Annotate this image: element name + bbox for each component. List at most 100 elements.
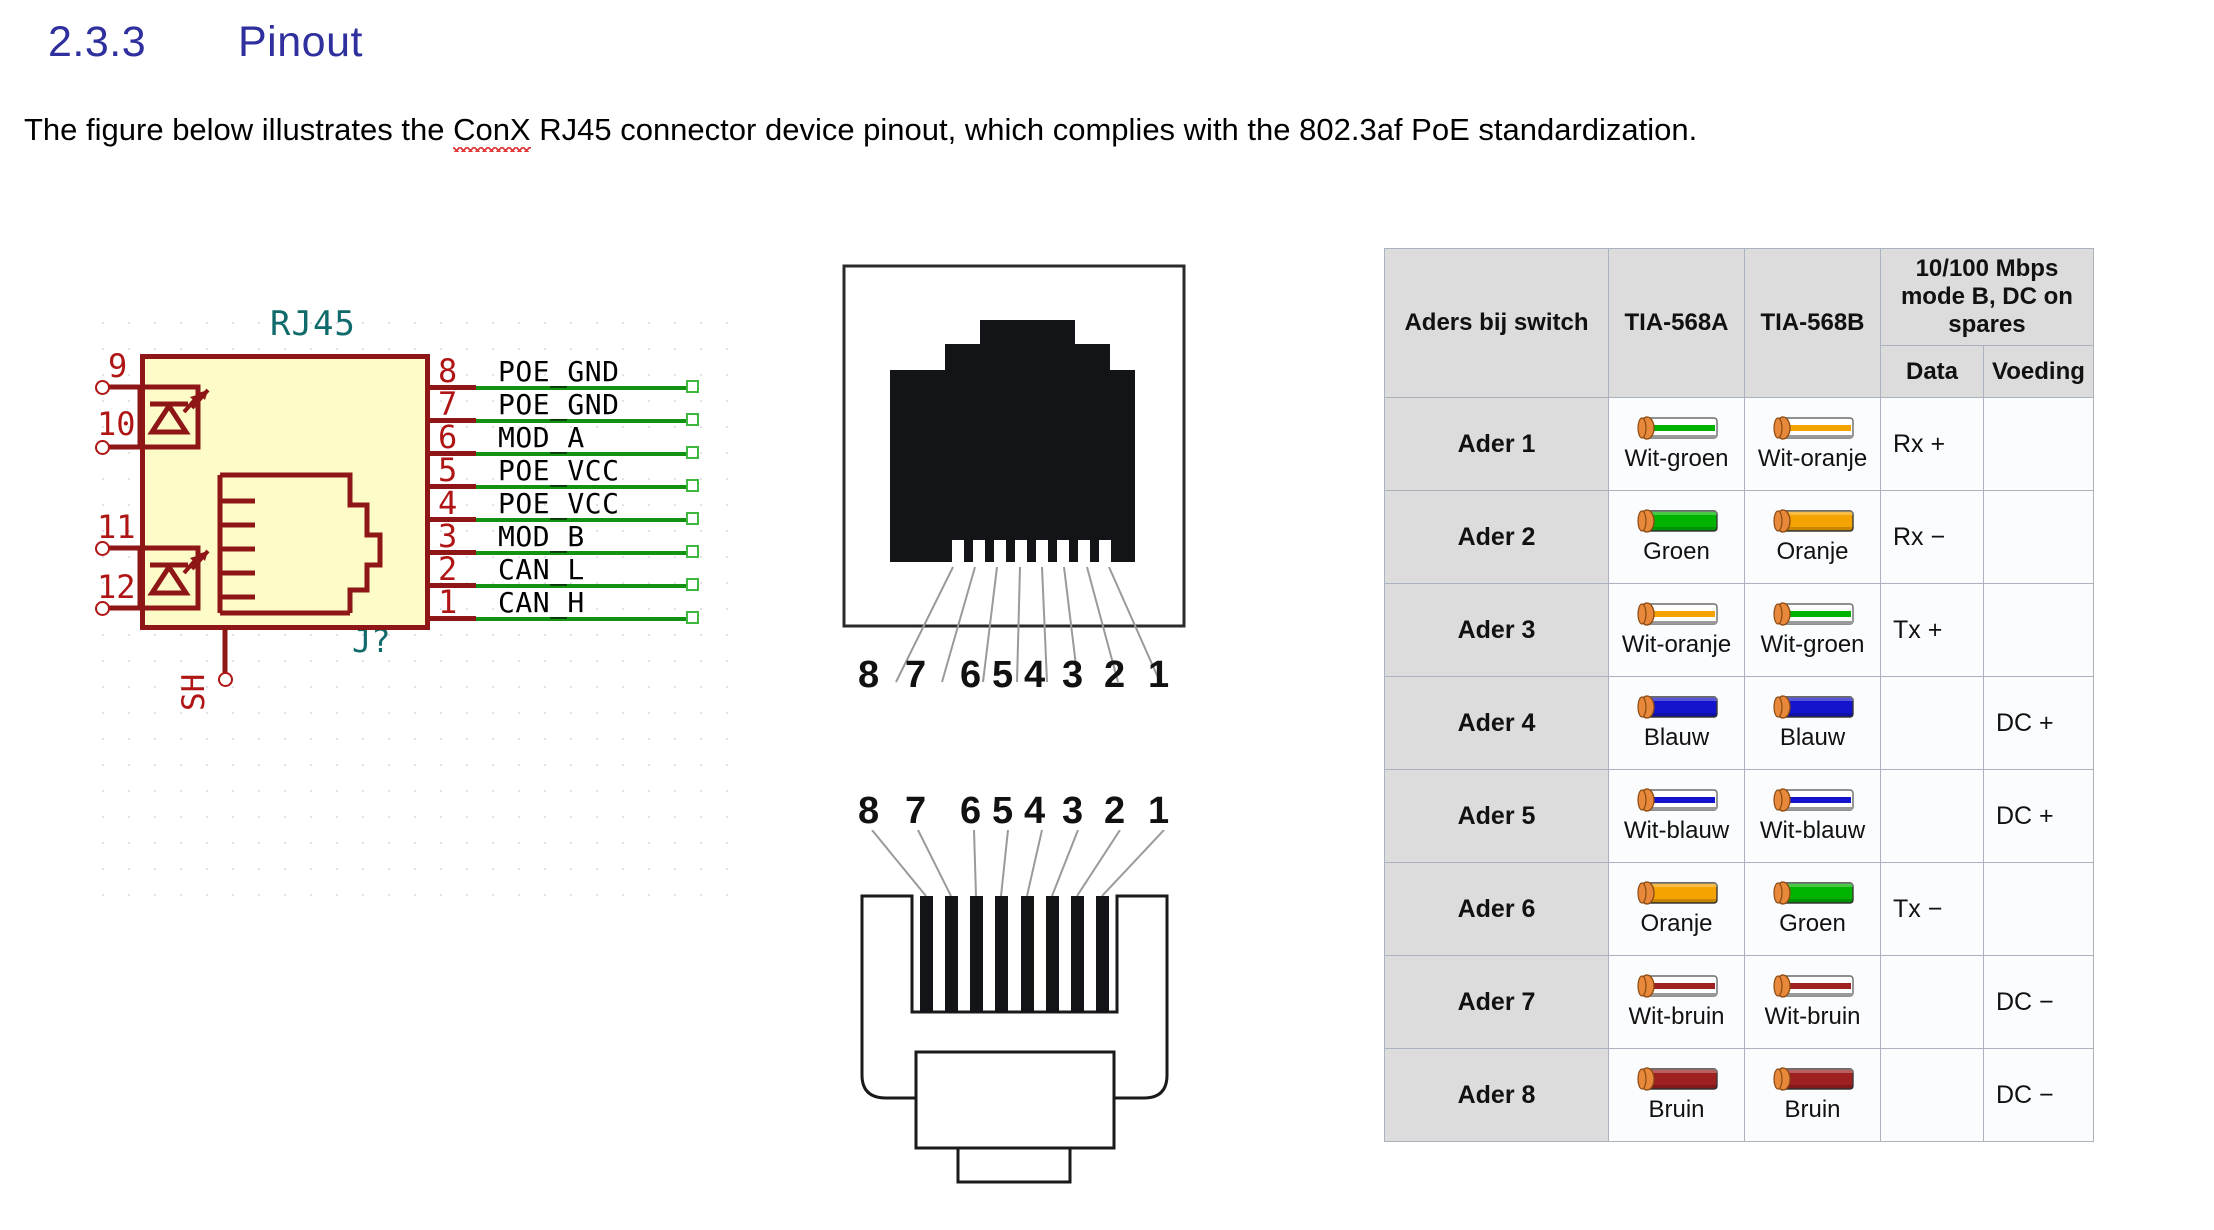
wire-color-label: Wit-bruin <box>1628 1003 1725 1030</box>
cell-data-ader-7 <box>1880 955 1984 1049</box>
cell-tia568b-ader-7: Wit-bruin <box>1744 955 1881 1049</box>
cell-voeding-ader-8: DC − <box>1983 1048 2094 1142</box>
schematic-net-terminal-8 <box>686 380 699 393</box>
cell-voeding-ader-7: DC − <box>1983 955 2094 1049</box>
jack-pin-number-5: 5 <box>992 654 1014 696</box>
wire-color-label: Wit-groen <box>1624 445 1729 472</box>
cell-tia568a-ader-1: Wit-groen <box>1608 397 1745 491</box>
cell-tia568b-ader-2: Oranje <box>1744 490 1881 584</box>
cell-tia568a-ader-3: Wit-oranje <box>1608 583 1745 677</box>
wire-icon-wit-oranje <box>1765 413 1861 443</box>
schematic-pin-number-11: 11 <box>97 508 136 546</box>
plug-pin-number-6: 6 <box>960 790 982 832</box>
schematic-pin-number-6: 6 <box>438 418 458 456</box>
schematic-shield-label: SH <box>176 673 212 711</box>
schematic-pin-label-poe_vcc-5: POE_VCC <box>498 454 620 487</box>
plug-pin-number-3: 3 <box>1062 790 1084 832</box>
cell-voeding-ader-2 <box>1983 490 2094 584</box>
wire-color-label: Wit-oranje <box>1621 631 1732 658</box>
schematic-pin-number-2: 2 <box>438 550 458 588</box>
wire-icon-bruin <box>1765 1064 1861 1094</box>
cell-voeding-ader-3 <box>1983 583 2094 677</box>
wire-icon-wit-blauw <box>1765 785 1861 815</box>
wire-color-label: Blauw <box>1643 724 1710 751</box>
cell-voeding-ader-6 <box>1983 862 2094 956</box>
th-data: Data <box>1880 345 1984 398</box>
plug-pin-number-2: 2 <box>1104 790 1126 832</box>
plug-pin-number-8: 8 <box>858 790 880 832</box>
schematic-pin-label-poe_vcc-4: POE_VCC <box>498 487 620 520</box>
table-row: Ader 2 Groen Oranje Rx − <box>1384 490 2094 584</box>
schematic-pin-label-poe_gnd-8: POE_GND <box>498 355 620 388</box>
cell-voeding-ader-5: DC + <box>1983 769 2094 863</box>
schematic-shield-pin-dot <box>218 672 233 687</box>
cell-tia568b-ader-3: Wit-groen <box>1744 583 1881 677</box>
wire-icon-blauw <box>1629 692 1725 722</box>
th-tia-568b: TIA-568B <box>1744 248 1881 398</box>
rj45-schematic-symbol: RJ45 J? 9 10 11 12 SH 8 POE_GND 7 POE_GN… <box>80 290 780 950</box>
intro-paragraph: The figure below illustrates the ConX RJ… <box>24 112 1698 152</box>
pinout-table-head: Aders bij switch TIA-568A TIA-568B 10/10… <box>1384 248 2094 398</box>
row-header-ader-5: Ader 5 <box>1384 769 1609 863</box>
schematic-pin-label-mod_a-6: MOD_A <box>498 421 585 454</box>
plug-pin-number-1: 1 <box>1148 790 1170 832</box>
cell-data-ader-5 <box>1880 769 1984 863</box>
schematic-net-terminal-3 <box>686 545 699 558</box>
table-row: Ader 3 Wit-oranje Wit-groen Tx + <box>1384 583 2094 677</box>
row-header-ader-3: Ader 3 <box>1384 583 1609 677</box>
cell-tia568a-ader-7: Wit-bruin <box>1608 955 1745 1049</box>
row-header-ader-6: Ader 6 <box>1384 862 1609 956</box>
wire-color-label: Wit-blauw <box>1623 817 1730 844</box>
schematic-net-terminal-4 <box>686 512 699 525</box>
row-header-ader-4: Ader 4 <box>1384 676 1609 770</box>
intro-text-after: RJ45 connector device pinout, which comp… <box>530 112 1698 147</box>
wire-icon-bruin <box>1629 1064 1725 1094</box>
wire-color-label: Groen <box>1643 538 1710 565</box>
wire-icon-oranje <box>1629 878 1725 908</box>
schematic-pin-number-4: 4 <box>438 484 458 522</box>
plug-pin-number-5: 5 <box>992 790 1014 832</box>
schematic-net-terminal-2 <box>686 578 699 591</box>
plug-pin-number-7: 7 <box>905 790 927 832</box>
cell-data-ader-8 <box>1880 1048 1984 1142</box>
table-row: Ader 7 Wit-bruin Wit-bruin DC − <box>1384 955 2094 1049</box>
row-header-ader-7: Ader 7 <box>1384 955 1609 1049</box>
cell-tia568a-ader-5: Wit-blauw <box>1608 769 1745 863</box>
jack-pin-number-8: 8 <box>858 654 880 696</box>
schematic-net-terminal-5 <box>686 479 699 492</box>
schematic-pin-number-9: 9 <box>108 347 128 385</box>
cell-tia568b-ader-8: Bruin <box>1744 1048 1881 1142</box>
wire-icon-wit-groen <box>1765 599 1861 629</box>
cell-data-ader-4 <box>1880 676 1984 770</box>
wire-icon-groen <box>1765 878 1861 908</box>
schematic-pin-label-mod_b-3: MOD_B <box>498 520 585 553</box>
wire-color-label: Bruin <box>1648 1096 1705 1123</box>
wire-icon-wit-bruin <box>1629 971 1725 1001</box>
schematic-pin-number-8: 8 <box>438 352 458 390</box>
wire-color-label: Wit-bruin <box>1764 1003 1861 1030</box>
cell-voeding-ader-1 <box>1983 397 2094 491</box>
cell-tia568b-ader-5: Wit-blauw <box>1744 769 1881 863</box>
table-row: Ader 4 Blauw Blauw DC + <box>1384 676 2094 770</box>
spellcheck-word-conx: ConX <box>453 112 531 152</box>
cell-tia568a-ader-4: Blauw <box>1608 676 1745 770</box>
schematic-pin-number-12: 12 <box>97 568 136 606</box>
intro-text-before: The figure below illustrates the <box>24 112 454 147</box>
schematic-body-rect <box>140 354 430 630</box>
schematic-pin-number-3: 3 <box>438 517 458 555</box>
wire-icon-blauw <box>1765 692 1861 722</box>
wire-color-label: Oranje <box>1776 538 1849 565</box>
table-header-row-1: Aders bij switch TIA-568A TIA-568B 10/10… <box>1384 248 2094 398</box>
jack-pin-number-7: 7 <box>905 654 927 696</box>
rj45-plug-figure <box>860 830 1169 1184</box>
pinout-table-body: Ader 1 Wit-groen Wit-oranje Rx + Ader 2 Gr… <box>1384 397 2094 1142</box>
plug-pin-number-4: 4 <box>1024 790 1046 832</box>
heading-title: Pinout <box>238 18 363 66</box>
row-header-ader-8: Ader 8 <box>1384 1048 1609 1142</box>
cell-tia568b-ader-1: Wit-oranje <box>1744 397 1881 491</box>
jack-pin-number-2: 2 <box>1104 654 1126 696</box>
wire-color-label: Bruin <box>1784 1096 1841 1123</box>
schematic-net-terminal-1 <box>686 611 699 624</box>
wire-icon-wit-bruin <box>1765 971 1861 1001</box>
wire-color-label: Wit-blauw <box>1759 817 1866 844</box>
